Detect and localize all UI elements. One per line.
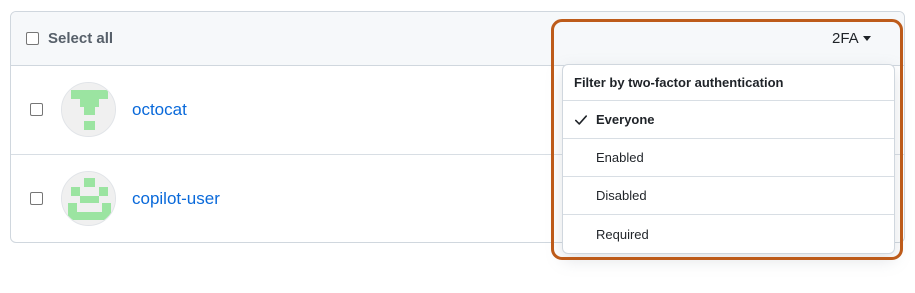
member-checkbox[interactable] <box>30 192 43 205</box>
identicon-octocat <box>62 83 115 136</box>
filter-option-disabled[interactable]: Disabled <box>563 177 894 215</box>
filter-option-label: Required <box>596 226 649 242</box>
select-all-checkbox[interactable] <box>26 31 39 45</box>
avatar[interactable] <box>61 82 116 137</box>
member-username[interactable]: octocat <box>132 100 187 120</box>
2fa-filter-menu: Filter by two-factor authentication Ever… <box>562 64 895 254</box>
filter-option-everyone[interactable]: Everyone <box>563 101 894 139</box>
member-checkbox[interactable] <box>30 103 43 116</box>
avatar[interactable] <box>61 171 116 226</box>
filter-option-required[interactable]: Required <box>563 215 894 253</box>
member-list-header: Select all <box>11 12 904 66</box>
filter-option-enabled[interactable]: Enabled <box>563 139 894 177</box>
filter-option-label: Enabled <box>596 150 644 165</box>
page: Select all octocat copilot-user 2FA Filt… <box>0 0 915 293</box>
member-username[interactable]: copilot-user <box>132 189 220 209</box>
triangle-down-icon <box>862 35 871 41</box>
select-all-control[interactable]: Select all <box>26 27 113 49</box>
2fa-filter-label: 2FA <box>832 29 859 47</box>
filter-option-label: Everyone <box>596 112 655 127</box>
2fa-filter-button[interactable]: 2FA <box>832 28 871 48</box>
check-icon <box>574 115 588 125</box>
filter-menu-title: Filter by two-factor authentication <box>563 65 894 101</box>
select-all-label: Select all <box>48 29 114 47</box>
filter-option-label: Disabled <box>596 188 647 203</box>
identicon-copilot-user <box>62 172 115 225</box>
